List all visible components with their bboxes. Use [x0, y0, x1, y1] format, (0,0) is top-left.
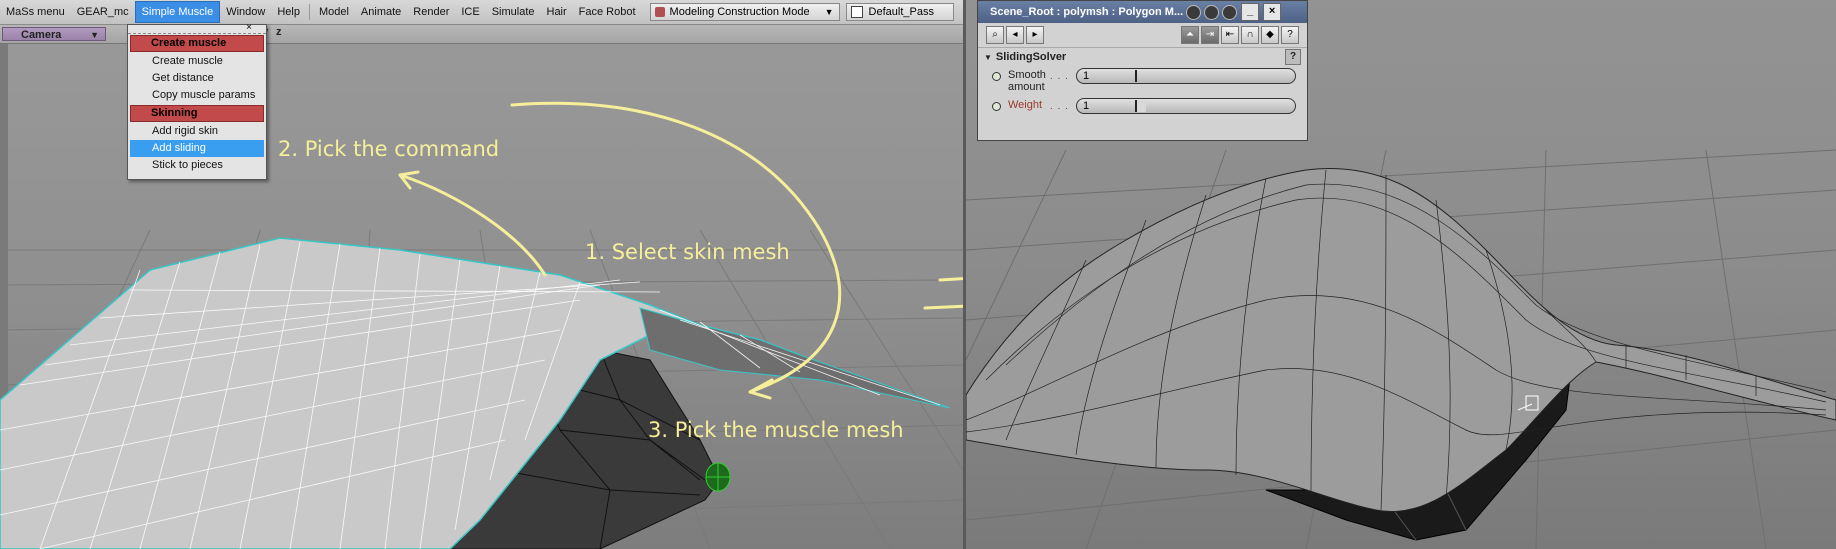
- collapse-icon[interactable]: ▼: [984, 53, 992, 62]
- weight-slider[interactable]: 1: [1076, 98, 1296, 114]
- menu-add-rigid-skin[interactable]: Add rigid skin: [128, 123, 266, 140]
- menu-mass[interactable]: MaSs menu: [0, 2, 71, 22]
- panel-toolbar: ⌕ ◂ ▸ ⏶ ⇥ ⇤ ∩ ◆ ?: [978, 23, 1307, 48]
- menu-ice[interactable]: ICE: [455, 2, 485, 22]
- pin-icon[interactable]: [1222, 4, 1238, 20]
- annotation-step-2: 2. Pick the command: [278, 137, 500, 161]
- weight-value[interactable]: 1: [1083, 99, 1089, 113]
- pass-label: Default_Pass: [868, 6, 934, 18]
- left-viewport[interactable]: MaSs menu GEAR_mc Simple Muscle Window H…: [0, 0, 963, 549]
- save-preset-icon[interactable]: ⇥: [1201, 26, 1219, 44]
- menu-simulate[interactable]: Simulate: [486, 2, 541, 22]
- render-pass-select[interactable]: Default_Pass: [845, 3, 954, 21]
- menu-copy-muscle-params[interactable]: Copy muscle params: [128, 87, 266, 104]
- close-button[interactable]: ×: [1263, 3, 1282, 21]
- dropdown-header-create: Create muscle: [130, 35, 264, 52]
- menu-gear-mc[interactable]: GEAR_mc: [71, 2, 135, 22]
- forward-icon[interactable]: ▸: [1026, 26, 1044, 44]
- screenshot-root: MaSs menu GEAR_mc Simple Muscle Window H…: [0, 0, 1836, 549]
- prop-dots: . . .: [1050, 101, 1069, 112]
- camera-label: Camera: [21, 29, 62, 41]
- prop-label: Weight: [1008, 99, 1043, 111]
- construction-mode-select[interactable]: Modeling Construction Mode ▼: [649, 3, 840, 21]
- section-help-icon[interactable]: ?: [1285, 49, 1301, 65]
- menu-face-robot[interactable]: Face Robot: [573, 2, 642, 22]
- chevron-down-icon: ▼: [824, 7, 834, 17]
- menu-bar: MaSs menu GEAR_mc Simple Muscle Window H…: [0, 0, 963, 25]
- section-title: SlidingSolver: [995, 51, 1067, 63]
- menu-separator: [308, 4, 310, 20]
- panel-title: Scene_Root : polymsh : Polygon M...: [990, 6, 1184, 18]
- menu-model[interactable]: Model: [313, 2, 355, 22]
- panel-title-bar[interactable]: Scene_Root : polymsh : Polygon M... _ ×: [978, 1, 1307, 23]
- menu-window[interactable]: Window: [220, 2, 271, 22]
- close-icon[interactable]: ×: [246, 22, 252, 33]
- menu-get-distance[interactable]: Get distance: [128, 70, 266, 87]
- menu-create-muscle[interactable]: Create muscle: [128, 53, 266, 70]
- pass-icon: [850, 6, 863, 18]
- menu-hair[interactable]: Hair: [541, 2, 573, 22]
- axis-z-label[interactable]: z: [276, 26, 282, 38]
- mode-label: Modeling Construction Mode: [669, 6, 810, 18]
- prop-smooth-amount: Smooth amount . . . 1: [978, 66, 1307, 96]
- dropdown-header-skinning: Skinning: [130, 105, 264, 122]
- preset-icon[interactable]: ⇤: [1221, 26, 1239, 44]
- smooth-amount-value[interactable]: 1: [1083, 69, 1089, 83]
- smooth-amount-slider[interactable]: 1: [1076, 68, 1296, 84]
- menu-add-sliding[interactable]: Add sliding: [130, 140, 264, 157]
- animation-dot-icon[interactable]: [992, 72, 1001, 81]
- refresh-icon[interactable]: [1204, 4, 1220, 20]
- chevron-down-icon: ▼: [90, 30, 99, 40]
- menu-render[interactable]: Render: [407, 2, 455, 22]
- menu-simple-muscle[interactable]: Simple Muscle: [134, 1, 221, 23]
- tearoff-handle[interactable]: ×: [128, 22, 266, 34]
- mode-icon: [654, 7, 665, 17]
- animation-dot-icon[interactable]: [992, 102, 1001, 111]
- slider-handle[interactable]: [1135, 100, 1137, 112]
- menu-animate[interactable]: Animate: [355, 2, 407, 22]
- skin-mesh: [0, 237, 951, 549]
- load-preset-icon[interactable]: ⏶: [1181, 26, 1199, 44]
- keyframe-icon[interactable]: ◆: [1261, 26, 1279, 44]
- menu-stick-to-pieces[interactable]: Stick to pieces: [128, 157, 266, 174]
- minimize-button[interactable]: _: [1241, 3, 1260, 21]
- menu-help[interactable]: Help: [271, 2, 306, 22]
- slider-handle[interactable]: [1135, 70, 1137, 82]
- inspect-icon[interactable]: ⌕: [986, 26, 1004, 44]
- property-editor-panel: Scene_Root : polymsh : Polygon M... _ × …: [977, 0, 1308, 141]
- arrow-to-result: [923, 277, 963, 310]
- annotation-step-1: 1. Select skin mesh: [585, 240, 790, 264]
- prop-label: Smooth amount: [1008, 69, 1046, 93]
- camera-select[interactable]: Camera ▼: [2, 27, 106, 41]
- section-header[interactable]: ▼ SlidingSolver ?: [978, 48, 1307, 66]
- prop-dots: . . .: [1050, 71, 1069, 82]
- simple-muscle-dropdown: × Create muscle Create muscle Get distan…: [127, 22, 267, 180]
- prop-weight: Weight . . . 1: [978, 96, 1307, 126]
- magnet-icon[interactable]: ∩: [1241, 26, 1259, 44]
- help-icon[interactable]: ?: [1281, 26, 1299, 44]
- lock-icon[interactable]: [1186, 4, 1202, 20]
- back-icon[interactable]: ◂: [1006, 26, 1024, 44]
- annotation-step-3: 3. Pick the muscle mesh: [648, 418, 904, 442]
